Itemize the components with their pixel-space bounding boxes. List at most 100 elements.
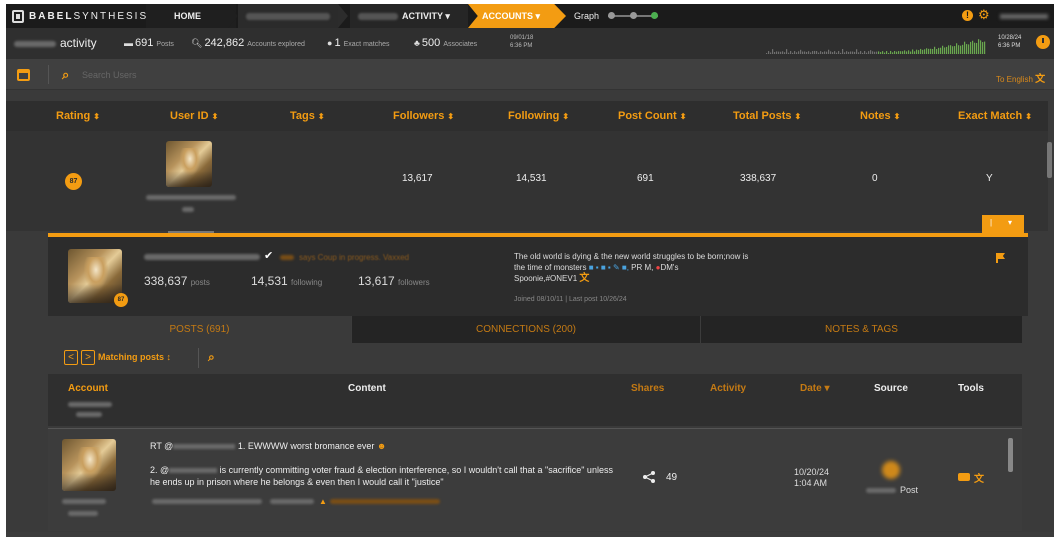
sparkline-bar: [956, 43, 958, 54]
col-following[interactable]: Following ⬍: [508, 110, 569, 122]
range-end-date: 10/28/24 6:36 PM: [998, 34, 1021, 50]
sparkline-bar: [864, 51, 866, 54]
clock-icon[interactable]: [1036, 35, 1050, 49]
col-total-posts[interactable]: Total Posts ⬍: [733, 110, 801, 122]
stat-exact: ● 1 Exact matches: [327, 37, 390, 49]
col-total-posts-label: Total Posts: [733, 110, 792, 122]
col-exact-match[interactable]: Exact Match ⬍: [958, 110, 1032, 122]
sparkline-bar: [892, 52, 894, 54]
sparkline-bar: [838, 51, 840, 54]
sparkline-bar: [858, 52, 860, 54]
col-tags-label: Tags: [290, 110, 315, 122]
sparkline-bar: [968, 44, 970, 54]
tab-connections[interactable]: CONNECTIONS (200): [352, 316, 701, 343]
sparkline-bar: [976, 42, 978, 54]
translate-link[interactable]: To English 文: [996, 70, 1045, 85]
account-filter-redacted: [76, 412, 102, 417]
tab-posts[interactable]: POSTS (691): [48, 316, 352, 343]
col-notes[interactable]: Notes ⬍: [860, 110, 900, 122]
user-icon: ●: [327, 38, 333, 48]
emoji-icons: ■ ▪ ■ ▪ ✎ ■,: [588, 263, 629, 272]
account-name-redacted: [14, 41, 56, 47]
gear-icon[interactable]: ⚙: [978, 8, 990, 22]
users-scrollbar[interactable]: [1047, 142, 1052, 178]
col-tags[interactable]: Tags ⬍: [290, 110, 325, 122]
sparkline-bar: [860, 51, 862, 54]
avatar[interactable]: [166, 141, 212, 187]
detail-user-name-redacted: [144, 254, 260, 260]
post-source: Post: [900, 485, 919, 495]
sparkline-bar: [778, 51, 780, 54]
collapse-toggle-button[interactable]: | ▾: [982, 215, 1024, 233]
col-date[interactable]: Date ▾: [800, 383, 829, 394]
translate-icon[interactable]: 文: [579, 273, 589, 284]
post-line-1: RT @ 1. EWWWW worst bromance ever ☻: [150, 441, 386, 451]
col-user-id[interactable]: User ID ⬍: [170, 110, 218, 122]
col-followers[interactable]: Followers ⬍: [393, 110, 454, 122]
sparkline-bar: [908, 50, 910, 54]
sparkline-bar: [936, 49, 938, 54]
sparkline-bar: [944, 47, 946, 54]
prev-page-button[interactable]: <: [64, 350, 78, 365]
user-menu-redacted[interactable]: [1000, 14, 1048, 19]
divider: [48, 65, 49, 84]
table-row[interactable]: RT @ 1. EWWWW worst bromance ever ☻ 2. @…: [48, 428, 1022, 531]
detail-posts-label: posts: [190, 278, 210, 287]
detail-tabs: POSTS (691) CONNECTIONS (200) NOTES & TA…: [48, 316, 1022, 343]
col-shares[interactable]: Shares: [631, 383, 664, 394]
sparkline-bar: [804, 51, 806, 54]
tab-notes-tags[interactable]: NOTES & TAGS: [701, 316, 1022, 343]
logo[interactable]: BABELSYNTHESIS: [12, 9, 148, 23]
translate-icon[interactable]: 文: [974, 470, 984, 485]
posts-table-header: Account Content Shares Activity Date ▾ S…: [48, 374, 1022, 426]
account-filter-redacted: [68, 402, 112, 407]
chat-icon[interactable]: [958, 473, 970, 481]
col-account[interactable]: Account: [68, 383, 108, 394]
posts-scrollbar[interactable]: [1008, 438, 1013, 472]
nav-accounts-dropdown[interactable]: ACCOUNTS ▾: [482, 4, 540, 28]
next-page-button[interactable]: >: [81, 350, 95, 365]
col-activity[interactable]: Activity: [710, 383, 746, 394]
sparkline-bar: [832, 52, 834, 54]
sparkline-bar: [928, 48, 930, 54]
sparkline-bar: [984, 41, 986, 54]
sparkline-bar: [790, 51, 792, 54]
nav-activity-dropdown[interactable]: ACTIVITY ▾: [402, 4, 450, 28]
sparkline-bar: [898, 51, 900, 54]
post-avatar[interactable]: [62, 439, 116, 491]
graph-progress-dot: [608, 12, 615, 19]
user-detail-panel: 87 ✔ says Coup in progress. Vaxxed 338,6…: [48, 237, 1028, 316]
search-users-input[interactable]: [82, 67, 682, 83]
sparkline-bar: [972, 40, 974, 54]
info-icon[interactable]: !: [962, 10, 973, 21]
flag-icon[interactable]: [996, 253, 1005, 263]
share-icon[interactable]: [642, 470, 656, 484]
sparkline-bar: [880, 52, 882, 54]
nav-graph[interactable]: Graph: [574, 4, 599, 28]
nav-activity-redacted: [358, 13, 398, 20]
bio-line-3-text: Spoonie,#ONEV1: [514, 274, 578, 283]
post-line-1-text: 1. EWWWW worst bromance ever: [237, 441, 375, 451]
sparkline-bar: [848, 51, 850, 54]
sparkline-bar: [840, 52, 842, 54]
sparkline-bar: [776, 51, 778, 54]
cell-post-count: 691: [637, 173, 654, 184]
sparkline-bar: [766, 53, 768, 54]
stat-accounts: 🔍︎ 242,862 Accounts explored: [191, 37, 305, 49]
cell-following: 14,531: [516, 173, 547, 184]
matching-posts-sort[interactable]: Matching posts ↕: [98, 352, 171, 362]
post-account-redacted: [62, 499, 106, 504]
sparkline-bar: [980, 40, 982, 54]
activity-sparkline[interactable]: [766, 36, 988, 54]
search-icon[interactable]: ⌕: [208, 350, 215, 365]
detail-following-value: 14,531: [251, 274, 288, 288]
calendar-icon[interactable]: [17, 69, 30, 81]
detail-avatar[interactable]: [68, 249, 122, 303]
col-rating[interactable]: Rating ⬍: [56, 110, 100, 122]
nav-home[interactable]: HOME: [174, 4, 201, 28]
table-row[interactable]: 87 13,617 14,531 691 338,637 0 Y: [6, 131, 1048, 234]
col-post-count[interactable]: Post Count ⬍: [618, 110, 686, 122]
detail-posts-value: 338,637: [144, 274, 188, 288]
search-icon[interactable]: ⌕: [62, 67, 69, 83]
nav-breadcrumb-redacted[interactable]: [246, 13, 330, 20]
